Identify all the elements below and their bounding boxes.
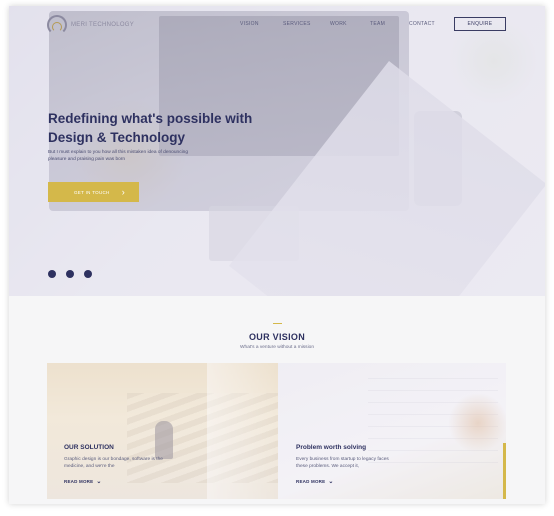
chevron-right-icon: › xyxy=(121,186,125,197)
enquire-button[interactable]: ENQUIRE xyxy=(454,17,506,31)
chevron-down-icon: ⌄ xyxy=(328,479,334,485)
read-more-label: READ MORE xyxy=(64,479,94,484)
hero-title: Redefining what's possible with Design &… xyxy=(48,109,288,147)
get-in-touch-button[interactable]: GET IN TOUCH › xyxy=(48,182,139,202)
card-title: OUR SOLUTION xyxy=(64,444,114,451)
card-title: Problem worth solving xyxy=(296,444,367,451)
nav-link-services[interactable]: SERVICES xyxy=(283,21,311,27)
accent-bar xyxy=(503,443,506,499)
get-in-touch-label: GET IN TOUCH xyxy=(74,189,110,195)
slider-dot-2[interactable] xyxy=(66,270,74,278)
card-text: Graphic design is our bondage, software … xyxy=(64,457,163,469)
nav-link-vision[interactable]: VISION xyxy=(240,21,259,27)
logo[interactable]: MERI TECHNOLOGY xyxy=(47,15,134,35)
hero-subtitle: But I must explain to you how all this m… xyxy=(48,150,188,162)
read-more-label: READ MORE xyxy=(296,479,326,484)
logo-icon xyxy=(47,15,67,35)
read-more-link[interactable]: READ MORE ⌄ xyxy=(296,478,334,485)
nav-link-work[interactable]: WORK xyxy=(330,21,347,27)
hero-section: MERI TECHNOLOGY VISION SERVICES WORK TEA… xyxy=(9,6,545,296)
solution-card[interactable]: OUR SOLUTION Graphic design is our bonda… xyxy=(47,363,278,499)
problem-card[interactable]: Problem worth solving Every business fro… xyxy=(278,363,506,499)
hero-title-line2: Design & Technology xyxy=(48,130,186,145)
page-frame: MERI TECHNOLOGY VISION SERVICES WORK TEA… xyxy=(9,6,545,504)
nav-link-contact[interactable]: CONTACT xyxy=(409,21,435,27)
vision-subtitle: What's a venture without a mission xyxy=(240,345,314,350)
hero-title-line1: Redefining what's possible with xyxy=(48,111,253,126)
vision-title: OUR VISION xyxy=(248,332,305,342)
card-text: Every business from startup to legacy fa… xyxy=(296,457,389,469)
top-navigation: MERI TECHNOLOGY VISION SERVICES WORK TEA… xyxy=(9,6,545,44)
read-more-link[interactable]: READ MORE ⌄ xyxy=(64,478,102,485)
section-accent-line xyxy=(273,323,282,324)
slider-dots xyxy=(48,270,92,278)
chevron-down-icon: ⌄ xyxy=(96,479,102,485)
slider-dot-1[interactable] xyxy=(48,270,56,278)
nav-link-team[interactable]: TEAM xyxy=(370,21,385,27)
slider-dot-3[interactable] xyxy=(84,270,92,278)
logo-text: MERI TECHNOLOGY xyxy=(71,22,135,28)
